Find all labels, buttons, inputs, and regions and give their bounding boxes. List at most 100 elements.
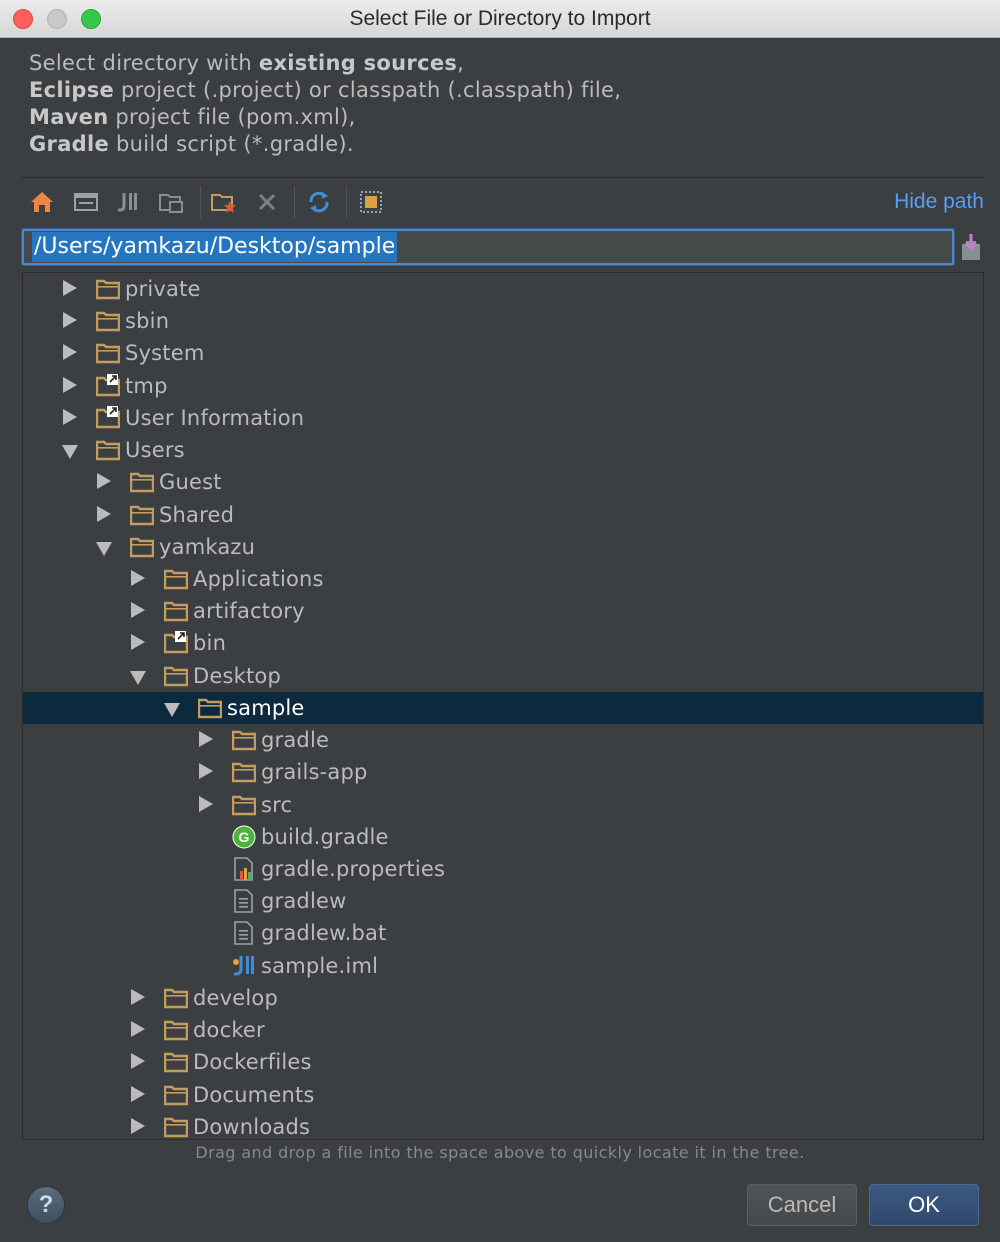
tree-row[interactable]: gradlew.bat	[23, 917, 983, 949]
ok-button[interactable]: OK	[869, 1184, 979, 1226]
home-icon[interactable]	[28, 188, 56, 216]
expanded-arrow-icon[interactable]	[130, 670, 146, 685]
folder-icon	[95, 341, 121, 365]
help-button[interactable]: ?	[27, 1186, 65, 1224]
tree-row[interactable]: System	[23, 337, 983, 369]
tree-row-label: tmp	[125, 373, 168, 398]
tree-row[interactable]: gradle.properties	[23, 853, 983, 885]
tree-row-label: develop	[193, 985, 279, 1010]
tree-row[interactable]: sbin	[23, 305, 983, 337]
path-dropdown-icon[interactable]	[958, 232, 984, 262]
description-line: Eclipse project (.project) or classpath …	[29, 78, 622, 102]
tree-row-label: artifactory	[193, 599, 305, 624]
tree-row-label: sample.iml	[261, 953, 379, 978]
collapsed-arrow-icon[interactable]	[131, 1053, 145, 1070]
collapsed-arrow-icon[interactable]	[131, 634, 145, 651]
tree-row-label: Applications	[193, 566, 324, 591]
gradle-file-icon: G	[232, 825, 256, 849]
tree-row[interactable]: User Information	[23, 402, 983, 434]
text-file-icon	[232, 889, 256, 913]
tree-row[interactable]: Desktop	[23, 660, 983, 692]
collapsed-arrow-icon[interactable]	[131, 1021, 145, 1038]
tree-row[interactable]: Guest	[23, 466, 983, 498]
collapsed-arrow-icon[interactable]	[63, 344, 77, 361]
folder-icon	[231, 728, 257, 752]
tree-row-label: sbin	[125, 309, 170, 334]
tree-row[interactable]: tmp	[23, 370, 983, 402]
folder-icon	[163, 664, 189, 688]
collapsed-arrow-icon[interactable]	[199, 795, 213, 812]
tree-row[interactable]: src	[23, 789, 983, 821]
folder-link-icon	[163, 631, 189, 655]
tree-row[interactable]: Users	[23, 434, 983, 466]
toolbar-separator	[200, 186, 201, 218]
tree-row[interactable]: Documents	[23, 1079, 983, 1111]
folder-icon	[129, 535, 155, 559]
new-folder-icon[interactable]	[210, 188, 238, 216]
tree-row-label: grails-app	[261, 760, 368, 785]
tree-row[interactable]: yamkazu	[23, 531, 983, 563]
tree-row[interactable]: sample	[23, 691, 983, 724]
collapsed-arrow-icon[interactable]	[63, 376, 77, 393]
cancel-button[interactable]: Cancel	[747, 1184, 857, 1226]
tree-row[interactable]: sample.iml	[23, 950, 983, 982]
refresh-icon[interactable]	[305, 188, 333, 216]
folder-link-icon	[95, 373, 121, 398]
delete-icon[interactable]	[253, 188, 281, 216]
tree-row[interactable]: Gbuild.gradle	[23, 821, 983, 853]
module-icon[interactable]	[157, 188, 185, 216]
folder-icon	[163, 1115, 189, 1139]
collapsed-arrow-icon[interactable]	[131, 602, 145, 619]
tree-row-label: sample	[227, 695, 305, 720]
collapsed-arrow-icon[interactable]	[97, 473, 111, 490]
folder-icon	[163, 986, 189, 1010]
tree-row[interactable]: gradle	[23, 724, 983, 756]
properties-file-icon	[232, 857, 256, 881]
toolbar-separator	[294, 186, 295, 218]
path-field[interactable]: /Users/yamkazu/Desktop/sample	[22, 229, 954, 265]
folder-icon	[163, 567, 189, 591]
tree-row[interactable]: Applications	[23, 563, 983, 595]
collapsed-arrow-icon[interactable]	[63, 280, 77, 296]
folder-icon	[163, 1050, 189, 1074]
collapsed-arrow-icon[interactable]	[199, 731, 213, 748]
collapsed-arrow-icon[interactable]	[131, 1117, 145, 1134]
tree-row-label: gradle	[261, 728, 330, 753]
hide-path-link[interactable]: Hide path	[894, 190, 984, 214]
tree-row-label: bin	[193, 631, 227, 656]
folder-icon	[95, 438, 121, 462]
tree-row[interactable]: Shared	[23, 499, 983, 531]
tree-row[interactable]: artifactory	[23, 595, 983, 627]
tree-row[interactable]: develop	[23, 982, 983, 1014]
tree-row[interactable]: private	[23, 273, 983, 305]
expanded-arrow-icon[interactable]	[96, 541, 112, 556]
tree-row[interactable]: gradlew	[23, 885, 983, 917]
drag-drop-hint: Drag and drop a file into the space abov…	[195, 1143, 805, 1162]
tree-row[interactable]: Dockerfiles	[23, 1046, 983, 1078]
tree-row-label: private	[125, 277, 201, 301]
tree-row[interactable]: bin	[23, 627, 983, 659]
folder-icon	[129, 503, 155, 527]
tree-row-label: build.gradle	[261, 824, 389, 849]
show-hidden-icon[interactable]	[357, 188, 385, 216]
folder-icon	[163, 1083, 189, 1107]
expanded-arrow-icon[interactable]	[164, 702, 180, 717]
project-icon[interactable]	[114, 188, 142, 216]
iml-file-icon	[232, 954, 256, 978]
collapsed-arrow-icon[interactable]	[63, 408, 77, 425]
desktop-icon[interactable]	[72, 188, 100, 216]
tree-row-label: User Information	[125, 405, 305, 430]
expanded-arrow-icon[interactable]	[62, 445, 78, 460]
file-tree[interactable]: private sbin System tmp User Information User…	[22, 272, 984, 1140]
collapsed-arrow-icon[interactable]	[131, 569, 145, 586]
collapsed-arrow-icon[interactable]	[131, 1085, 145, 1102]
collapsed-arrow-icon[interactable]	[63, 312, 77, 329]
tree-row-label: Dockerfiles	[193, 1050, 312, 1075]
tree-row[interactable]: grails-app	[23, 756, 983, 788]
tree-row[interactable]: docker	[23, 1014, 983, 1046]
collapsed-arrow-icon[interactable]	[199, 763, 213, 780]
collapsed-arrow-icon[interactable]	[131, 988, 145, 1005]
collapsed-arrow-icon[interactable]	[97, 505, 111, 522]
tree-row[interactable]: Downloads	[23, 1111, 983, 1139]
path-input[interactable]: /Users/yamkazu/Desktop/sample	[32, 232, 398, 262]
